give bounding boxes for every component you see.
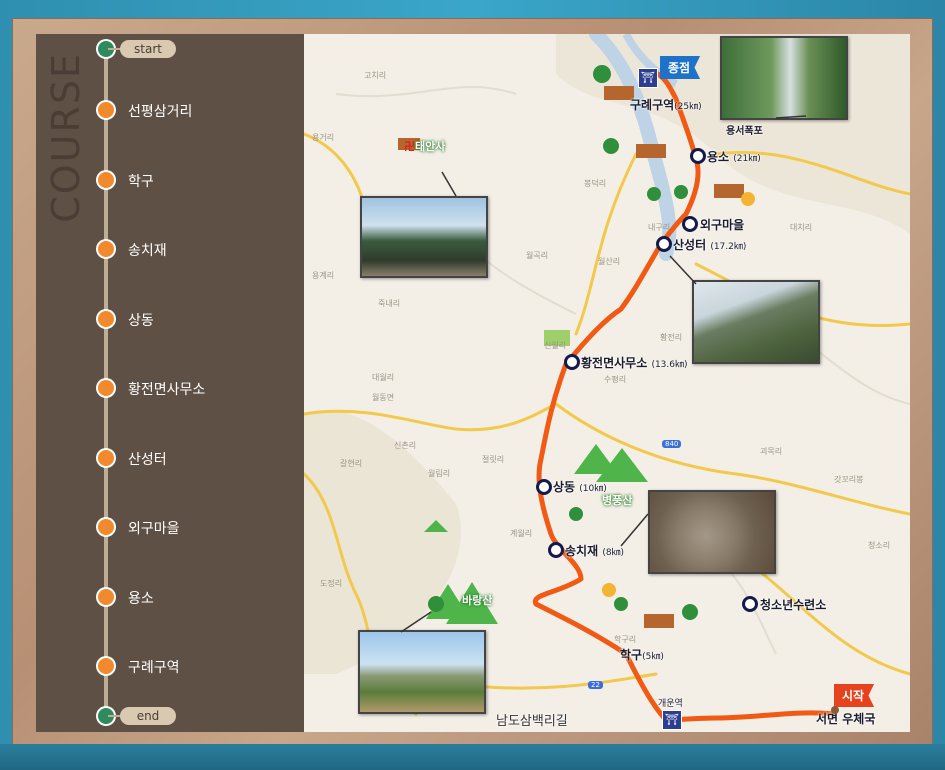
town-label: 계월리 [510, 529, 533, 538]
stop-dot[interactable] [98, 450, 114, 466]
town-label: 대치리 [790, 223, 813, 232]
town-label: 학구리 [614, 635, 637, 644]
end-flag: 종점 [660, 56, 701, 79]
town-label: 용계리 [312, 271, 335, 280]
stop-label[interactable]: 학구 [128, 171, 154, 191]
baraksan-label: 바랑산 [462, 594, 493, 607]
stop-label[interactable]: 선평삼거리 [128, 101, 192, 121]
stop-label[interactable]: 구례구역 [128, 657, 180, 677]
town-label: 월동면 [372, 393, 395, 402]
stop-label[interactable]: 산성터 [128, 449, 167, 469]
temple-icon: 卍 [404, 140, 415, 153]
start-pill[interactable]: start [120, 40, 176, 58]
town-label: 대월리 [372, 373, 395, 382]
stop-dot[interactable] [98, 102, 114, 118]
stop-dot[interactable] [98, 380, 114, 396]
oegu-label: 외구마을 [700, 218, 745, 232]
namdo-road-label: 남도삼백리길 [496, 714, 568, 729]
road-number: 22 [588, 681, 603, 689]
stop-label[interactable]: 황전면사무소 [128, 379, 205, 399]
town-label: 황전리 [660, 333, 683, 342]
course-title: COURSE [44, 52, 88, 223]
taeansa-label: 卍태안사 [404, 140, 446, 153]
town-label: 도정리 [320, 579, 343, 588]
town-label: 월산리 [598, 257, 621, 266]
stop-label[interactable]: 상동 [128, 310, 154, 330]
sangdong-label: 상동 (10㎞) [553, 480, 607, 494]
node-hwangjeon[interactable] [564, 354, 580, 370]
town-label: 절릿리 [482, 455, 505, 464]
gaeun-station-label: 개운역 [658, 699, 683, 709]
byeongpung-label: 병풍산 [602, 494, 633, 507]
yongseo-falls-label: 용서폭포 [726, 126, 763, 137]
guryegu-label: 구례구역(25㎞) [630, 98, 702, 112]
node-youth-center[interactable] [742, 596, 758, 612]
stop-dot[interactable] [98, 658, 114, 674]
start-marker [831, 706, 839, 714]
town-label: 죽내리 [378, 299, 401, 308]
town-label: 고치리 [364, 71, 387, 80]
stop-dot[interactable] [98, 311, 114, 327]
node-yongso[interactable] [690, 148, 706, 164]
end-pill[interactable]: end [120, 707, 176, 725]
town-label: 갓꼬리봉 [834, 475, 864, 484]
stop-dot[interactable] [98, 519, 114, 535]
train-station-icon[interactable]: ⛩ [638, 68, 658, 88]
songchijae-label: 송치재 (8㎞) [565, 544, 625, 558]
stop-dot[interactable] [98, 589, 114, 605]
stop-label[interactable]: 외구마을 [128, 518, 180, 538]
sanseong-label: 산성터 (17.2㎞) [673, 238, 747, 252]
town-label: 괴목리 [760, 447, 783, 456]
node-songchijae[interactable] [548, 542, 564, 558]
town-label: 내구리 [648, 223, 671, 232]
town-label: 월림리 [428, 469, 451, 478]
stop-dot[interactable] [98, 241, 114, 257]
hakgu-label: 학구(5㎞) [620, 648, 664, 662]
stop-label[interactable]: 송치재 [128, 240, 167, 260]
node-oegu[interactable] [682, 216, 698, 232]
town-label: 용거리 [312, 133, 335, 142]
town-label: 신촌리 [394, 441, 417, 450]
frame-bottom-band [0, 744, 945, 770]
town-label: 청소리 [868, 541, 891, 550]
start-flag: 시작 [834, 684, 875, 707]
node-sanseong[interactable] [656, 236, 672, 252]
train-station-icon[interactable]: ⛩ [662, 710, 682, 730]
youth-center-label: 청소년수련소 [760, 598, 827, 612]
seomyeon-post-label: 서면 우체국 [816, 712, 876, 726]
town-label: 신월리 [544, 341, 567, 350]
stop-dot[interactable] [98, 172, 114, 188]
town-label: 갈현리 [340, 459, 363, 468]
town-label: 수평리 [604, 375, 627, 384]
road-number: 840 [662, 440, 682, 448]
town-label: 월곡리 [526, 251, 549, 260]
yongso-label: 용소 (21㎞) [707, 150, 761, 164]
node-sangdong[interactable] [536, 479, 552, 495]
town-label: 봉덕리 [584, 179, 607, 188]
hwangjeon-label: 황전면사무소 (13.6㎞) [581, 356, 688, 370]
stop-label[interactable]: 용소 [128, 588, 154, 608]
